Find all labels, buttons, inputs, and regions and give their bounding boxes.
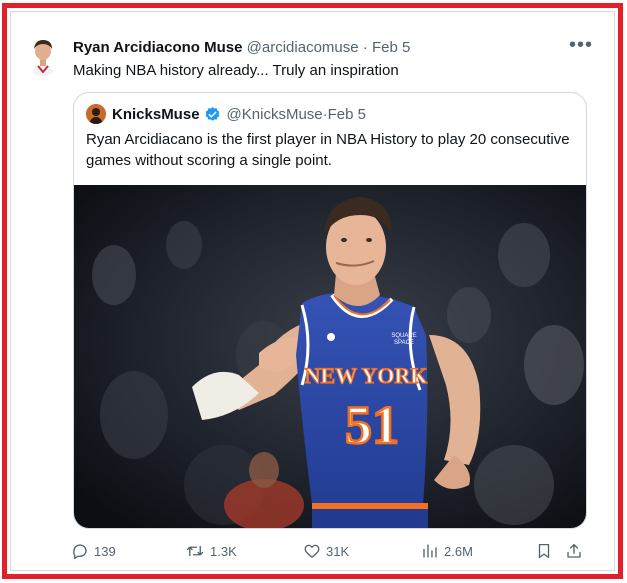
quoted-tweet-date[interactable]: Feb 5 (328, 106, 366, 123)
reply-count: 139 (94, 543, 116, 559)
action-bar: 139 1.3K 31K 2.6M (71, 540, 591, 562)
quoted-author-avatar[interactable] (86, 104, 106, 124)
more-horizontal-icon[interactable]: ••• (569, 35, 593, 55)
sponsor-patch-line1: SQUARE (391, 333, 416, 339)
heart-icon (304, 544, 320, 558)
reply-button[interactable]: 139 (71, 540, 116, 562)
author-avatar[interactable] (27, 36, 59, 76)
views-chart-icon (423, 544, 437, 558)
player-photo[interactable]: NEW YORK 51 SQUARE SPACE (74, 185, 586, 528)
views-button[interactable]: 2.6M (421, 540, 473, 562)
share-icon (567, 543, 581, 558)
tweet-date[interactable]: Feb 5 (372, 39, 410, 56)
quoted-author-name[interactable]: KnicksMuse (112, 106, 200, 123)
author-name[interactable]: Ryan Arcidiacono Muse (73, 39, 242, 56)
tweet-header: Ryan Arcidiacono Muse @arcidiacomuse · F… (73, 35, 603, 59)
like-count: 31K (326, 543, 350, 559)
tweet[interactable]: Ryan Arcidiacono Muse @arcidiacomuse · F… (23, 30, 603, 570)
separator-dot: · (362, 39, 368, 56)
verified-badge-icon (204, 106, 221, 123)
tweet-text: Making NBA history already... Truly an i… (73, 62, 399, 79)
bookmark-icon (538, 543, 550, 559)
repost-button[interactable]: 1.3K (185, 540, 237, 562)
author-handle[interactable]: @arcidiacomuse (247, 39, 359, 56)
quoted-tweet-text: Ryan Arcidiacano is the first player in … (86, 131, 570, 169)
views-count: 2.6M (444, 543, 473, 559)
quoted-author-handle[interactable]: @KnicksMuse (227, 106, 323, 123)
quoted-tweet[interactable]: KnicksMuse @KnicksMuse · Feb 5 Ryan Arci… (73, 92, 587, 529)
repost-icon (186, 545, 204, 557)
like-button[interactable]: 31K (303, 540, 349, 562)
reply-icon (73, 544, 87, 560)
red-frame: Ryan Arcidiacono Muse @arcidiacomuse · F… (2, 3, 623, 579)
jersey-text: NEW YORK (305, 363, 428, 388)
share-button[interactable] (565, 540, 583, 562)
jersey-number: 51 (345, 395, 399, 455)
bookmark-button[interactable] (535, 540, 553, 562)
repost-count: 1.3K (210, 543, 237, 559)
quoted-tweet-header: KnicksMuse @KnicksMuse · Feb 5 (86, 104, 366, 124)
sponsor-patch-line2: SPACE (394, 340, 414, 346)
